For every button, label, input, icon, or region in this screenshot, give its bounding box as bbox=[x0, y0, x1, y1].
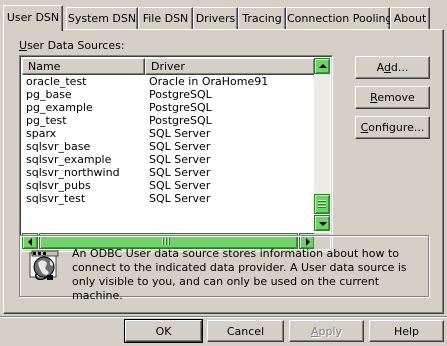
list-item[interactable]: sqlsvr_base SQL Server bbox=[22, 140, 315, 153]
tab-label: Drivers bbox=[195, 12, 236, 25]
footer-divider bbox=[0, 316, 447, 317]
dsn-name: pg_test bbox=[26, 114, 67, 127]
dsn-driver: PostgreSQL bbox=[149, 114, 212, 127]
dsn-name: sqlsvr_test bbox=[26, 192, 86, 205]
tab-label: File DSN bbox=[142, 12, 189, 25]
column-header-driver[interactable]: Driver bbox=[145, 58, 315, 75]
dsn-driver: SQL Server bbox=[149, 192, 211, 205]
tab-label: About bbox=[393, 12, 427, 25]
dsn-name: oracle_test bbox=[26, 75, 87, 88]
apply-button[interactable]: Apply bbox=[289, 320, 364, 342]
list-item[interactable]: sqlsvr_example SQL Server bbox=[22, 153, 315, 166]
dsn-name: sqlsvr_example bbox=[26, 153, 112, 166]
add-button[interactable]: Add... bbox=[355, 56, 430, 79]
dsn-driver: SQL Server bbox=[149, 127, 211, 140]
user-data-sources-label: User Data Sources: bbox=[19, 39, 125, 52]
tab-about[interactable]: About bbox=[390, 7, 430, 29]
dsn-name: sqlsvr_northwind bbox=[26, 166, 120, 179]
tab-drivers[interactable]: Drivers bbox=[193, 7, 238, 29]
up-arrow-icon bbox=[319, 64, 327, 68]
help-button[interactable]: Help bbox=[369, 320, 444, 342]
list-rows: oracle_test Oracle in OraHome91 pg_base Po… bbox=[22, 75, 315, 231]
vertical-scrollbar[interactable] bbox=[314, 58, 330, 231]
cancel-button[interactable]: Cancel bbox=[207, 320, 284, 342]
dsn-name: sparx bbox=[26, 127, 57, 140]
down-arrow-icon bbox=[319, 222, 327, 226]
tab-label: User DSN bbox=[6, 11, 60, 24]
dsn-driver: PostgreSQL bbox=[149, 88, 212, 101]
data-sources-list[interactable]: Name Driver oracle_test Oracle in OraHome… bbox=[19, 55, 333, 252]
tab-connection-pooling[interactable]: Connection Pooling bbox=[286, 7, 393, 29]
list-header: Name Driver bbox=[22, 58, 315, 75]
dsn-driver: SQL Server bbox=[149, 153, 211, 166]
dsn-name: pg_base bbox=[26, 88, 72, 101]
info-group: An ODBC User data source stores informat… bbox=[19, 235, 429, 302]
tab-label: Connection Pooling bbox=[287, 12, 393, 25]
dsn-driver: Oracle in OraHome91 bbox=[149, 75, 269, 88]
tab-file-dsn[interactable]: File DSN bbox=[138, 7, 193, 29]
list-item[interactable]: oracle_test Oracle in OraHome91 bbox=[22, 75, 315, 88]
list-item[interactable]: sqlsvr_northwind SQL Server bbox=[22, 166, 315, 179]
tab-label: Tracing bbox=[242, 12, 282, 25]
column-header-name[interactable]: Name bbox=[22, 58, 145, 75]
dsn-name: sqlsvr_pubs bbox=[26, 179, 91, 192]
list-item[interactable]: sparx SQL Server bbox=[22, 127, 315, 140]
list-item[interactable]: pg_example PostgreSQL bbox=[22, 101, 315, 114]
tab-system-dsn[interactable]: System DSN bbox=[66, 7, 138, 29]
odbc-globe-icon bbox=[29, 250, 61, 282]
dsn-name: sqlsvr_base bbox=[26, 140, 91, 153]
dsn-driver: SQL Server bbox=[149, 140, 211, 153]
list-item[interactable]: pg_test PostgreSQL bbox=[22, 114, 315, 127]
list-item[interactable]: pg_base PostgreSQL bbox=[22, 88, 315, 101]
dsn-driver: SQL Server bbox=[149, 179, 211, 192]
ok-button[interactable]: OK bbox=[124, 319, 203, 343]
dsn-driver: SQL Server bbox=[149, 166, 211, 179]
scroll-up-button[interactable] bbox=[314, 58, 330, 74]
remove-button[interactable]: Remove bbox=[355, 86, 430, 109]
dsn-name: pg_example bbox=[26, 101, 93, 114]
tab-tracing[interactable]: Tracing bbox=[238, 7, 286, 29]
grip-icon bbox=[318, 200, 326, 208]
tab-label: System DSN bbox=[67, 12, 137, 25]
user-dsn-page: User Data Sources: Name Driver oracle_te… bbox=[3, 29, 444, 314]
configure-button[interactable]: Configure... bbox=[355, 116, 430, 139]
tab-user-dsn[interactable]: User DSN bbox=[3, 5, 63, 31]
tab-strip: User DSN System DSN File DSN Drivers Tra… bbox=[3, 5, 443, 31]
dsn-driver: PostgreSQL bbox=[149, 101, 212, 114]
list-item[interactable]: sqlsvr_test SQL Server bbox=[22, 192, 315, 205]
scroll-thumb-vertical[interactable] bbox=[314, 194, 330, 214]
list-item[interactable]: sqlsvr_pubs SQL Server bbox=[22, 179, 315, 192]
scroll-down-button[interactable] bbox=[314, 215, 330, 231]
info-description: An ODBC User data source stores informat… bbox=[72, 247, 407, 302]
